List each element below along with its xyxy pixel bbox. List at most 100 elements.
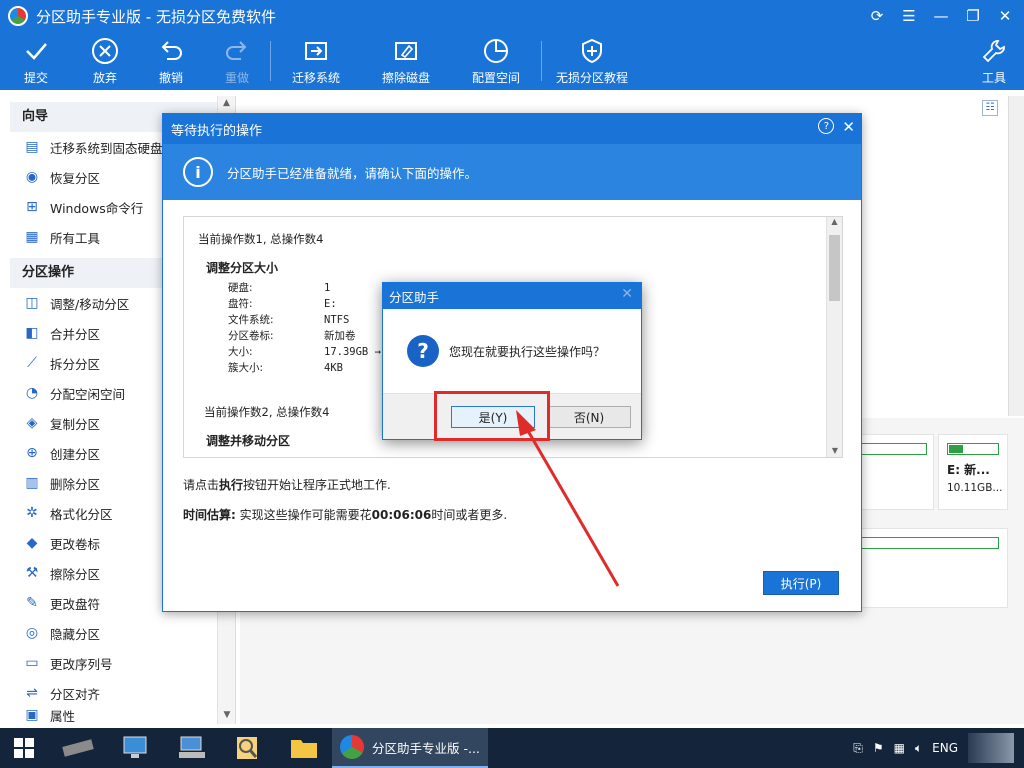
ready-banner: i 分区助手已经准备就绪，请确认下面的操作。 [163, 144, 861, 200]
close-icon[interactable]: ✕ [621, 286, 633, 302]
scroll-up-icon[interactable]: ▲ [827, 217, 842, 226]
sidebar-item-align[interactable]: ⇌ 分区对齐 [10, 678, 235, 708]
split-icon: ⟋ [27, 355, 37, 371]
scroll-thumb[interactable] [829, 235, 840, 301]
disk-card-e[interactable]: E: 新... 10.11GB... [938, 434, 1008, 510]
migrate-icon: ▤ [25, 139, 39, 155]
pie-icon [484, 38, 508, 63]
partition-label: E: 新... [947, 463, 990, 477]
taskbar-app-partition-assistant[interactable]: 分区助手专业版 -... [332, 728, 488, 768]
serial-icon: ▭ [25, 655, 39, 671]
redo-button[interactable]: 重做 [204, 32, 270, 90]
scroll-down-icon[interactable]: ▼ [218, 710, 236, 720]
tutorial-button[interactable]: 无损分区教程 [542, 32, 642, 90]
execute-button[interactable]: 执行(P) [763, 571, 839, 595]
no-button[interactable]: 否(N) [547, 406, 631, 428]
sidebar-item-properties[interactable]: ▣ 属性 [10, 708, 235, 722]
op1-title: 调整分区大小 [206, 261, 279, 275]
input-language[interactable]: ENG [932, 741, 958, 755]
clock-area[interactable] [968, 733, 1014, 763]
windows-icon: ⊞ [26, 199, 38, 215]
keyboard-pc-icon[interactable] [164, 728, 220, 768]
title-bar: 分区助手专业版 - 无损分区免费软件 ⟳ ☰ — ❐ ✕ [0, 0, 1024, 32]
dialog-title: 等待执行的操作 [171, 123, 263, 139]
cancel-circle-icon [92, 37, 118, 64]
window-controls: ⟳ ☰ — ❐ ✕ [866, 6, 1016, 26]
partition-usage-bar [947, 443, 999, 455]
tray-color-icon[interactable]: ▦ [894, 741, 905, 755]
view-toggle-icon[interactable]: ☷ [982, 100, 998, 116]
format-icon: ✲ [26, 505, 38, 521]
menu-icon[interactable]: ☰ [898, 6, 920, 26]
close-icon[interactable]: ✕ [842, 118, 855, 136]
close-button[interactable]: ✕ [994, 6, 1016, 26]
merge-icon: ◧ [25, 325, 39, 341]
app-logo-icon [340, 735, 364, 759]
search-magnifier-icon[interactable] [220, 728, 276, 768]
wipe-disk-icon [395, 41, 417, 60]
scroll-down-icon[interactable]: ▼ [827, 446, 842, 455]
broom-icon: ⚒ [25, 565, 39, 581]
discard-button[interactable]: 放弃 [72, 32, 138, 90]
op1-header: 当前操作数1, 总操作数4 [198, 232, 324, 246]
grid-icon: ▦ [25, 229, 39, 245]
eye-icon: ◎ [25, 625, 39, 641]
shield-icon [582, 38, 602, 63]
network-pc-icon[interactable] [108, 728, 164, 768]
banner-text: 分区助手已经准备就绪，请确认下面的操作。 [227, 165, 478, 181]
submit-button[interactable]: 提交 [0, 32, 72, 90]
allocate-space-button[interactable]: 配置空间 [451, 32, 541, 90]
file-explorer-icon[interactable] [276, 728, 332, 768]
restore-button[interactable]: ❐ [962, 6, 984, 26]
properties-icon: ▣ [25, 708, 39, 722]
migrate-os-icon [305, 41, 327, 60]
sidebar-item-hide[interactable]: ◎ 隐藏分区 [10, 618, 235, 648]
tray-network-icon[interactable]: ⎘ [853, 741, 863, 756]
dialog-header: 等待执行的操作 ? ✕ [163, 114, 861, 144]
confirm-title: 分区助手 [389, 289, 440, 305]
sidebar-item-serial[interactable]: ▭ 更改序列号 [10, 648, 235, 678]
partition-size: 10.11GB... [947, 482, 1003, 494]
align-icon: ⇌ [26, 685, 38, 701]
recover-icon: ◉ [25, 169, 39, 185]
disk-card-second[interactable] [860, 528, 1008, 608]
scroll-up-icon[interactable]: ▲ [218, 98, 235, 108]
window-title: 分区助手专业版 - 无损分区免费软件 [36, 7, 276, 26]
check-icon [26, 42, 47, 60]
taskbar: 分区助手专业版 -... ⎘ ⚑ ▦ 🔈︎ ENG [0, 728, 1024, 768]
pencil-icon: ✎ [26, 595, 38, 611]
highlight-box [434, 391, 550, 441]
question-icon: ? [407, 335, 439, 367]
copy-icon: ◈ [26, 415, 38, 431]
tools-button[interactable]: 工具 [964, 32, 1024, 90]
confirm-header: 分区助手 ✕ [383, 283, 641, 309]
partition-usage-bar [861, 443, 927, 455]
app-logo-icon [8, 6, 28, 26]
wipe-disk-button[interactable]: 擦除磁盘 [361, 32, 451, 90]
tray-flag-icon[interactable]: ⚑ [873, 741, 884, 755]
time-estimate: 时间估算: 实现这些操作可能需要花00:06:06时间或者更多. [183, 508, 508, 522]
help-icon[interactable]: ? [818, 118, 835, 134]
execute-hint: 请点击执行按钮开始让程序正式地工作. [183, 478, 391, 492]
migrate-os-button[interactable]: 迁移系统 [271, 32, 361, 90]
tray-volume-icon[interactable]: 🔈︎ [915, 741, 922, 756]
operations-scrollbar[interactable]: ▲ ▼ [826, 217, 842, 457]
label-icon: ◆ [26, 535, 38, 551]
resize-icon: ◫ [25, 295, 39, 311]
undo-button[interactable]: 撤销 [138, 32, 204, 90]
main-scrollbar[interactable] [1008, 96, 1024, 416]
refresh-icon[interactable]: ⟳ [866, 6, 888, 26]
allocate-icon: ◔ [25, 385, 39, 401]
redo-icon [226, 40, 247, 60]
windows-start-icon[interactable] [0, 728, 48, 768]
memory-chip-icon[interactable] [48, 728, 108, 768]
undo-icon [161, 40, 182, 60]
create-icon: ⊕ [26, 445, 38, 461]
confirm-body: ? 您现在就要执行这些操作吗？ [383, 309, 641, 393]
disk-card-partial[interactable] [860, 434, 934, 510]
wrench-icon [982, 39, 1005, 62]
delete-icon: ▥ [25, 475, 39, 491]
info-icon: i [183, 157, 213, 187]
minimize-button[interactable]: — [930, 6, 952, 26]
confirm-message: 您现在就要执行这些操作吗？ [449, 344, 606, 359]
